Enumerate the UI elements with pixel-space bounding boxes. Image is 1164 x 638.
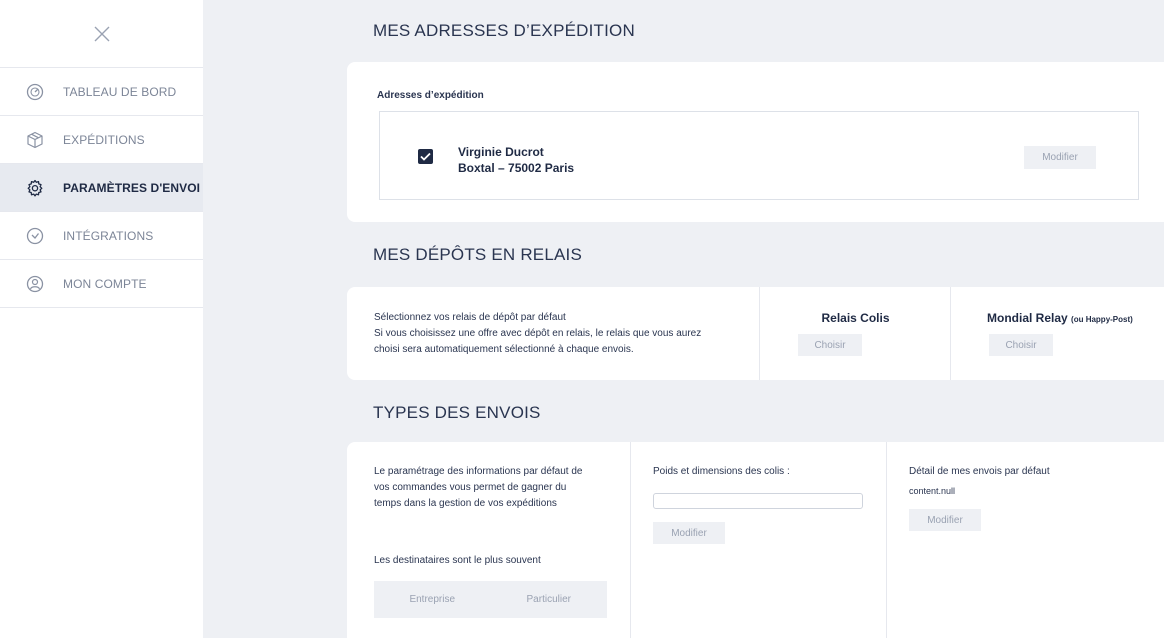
- box-icon: [26, 131, 44, 149]
- shipping-addresses-title: MES ADRESSES D’EXPÉDITION: [373, 21, 635, 40]
- edit-weight-button[interactable]: Modifier: [653, 522, 725, 544]
- mondial-relay-column: Mondial Relay (ou Happy-Post) Choisir: [951, 287, 1164, 380]
- shipping-addresses-card: Adresses d’expédition Virginie Ducrot Bo…: [347, 62, 1164, 222]
- address-line: Boxtal – 75002 Paris: [458, 161, 575, 175]
- address-box: Virginie Ducrot Boxtal – 75002 Paris Mod…: [379, 111, 1139, 200]
- choose-mondial-relay-button[interactable]: Choisir: [989, 334, 1053, 356]
- address-name: Virginie Ducrot: [458, 145, 544, 159]
- edit-details-button[interactable]: Modifier: [909, 509, 981, 531]
- sidebar-item-account[interactable]: MON COMPTE: [0, 260, 203, 308]
- address-checkbox[interactable]: [418, 149, 433, 164]
- details-value: content.null: [909, 486, 956, 496]
- recipients-label: Les destinataires sont le plus souvent: [374, 555, 541, 566]
- recipients-toggle: Entreprise Particulier: [374, 581, 607, 618]
- edit-address-button[interactable]: Modifier: [1024, 146, 1096, 169]
- details-column: Détail de mes envois par défaut content.…: [887, 442, 1164, 638]
- sidebar: TABLEAU DE BORD EXPÉDITIONS PARAMÈTRES D…: [0, 0, 203, 638]
- sidebar-item-integrations[interactable]: INTÉGRATIONS: [0, 212, 203, 260]
- types-description: Le paramétrage des informations par défa…: [374, 464, 582, 512]
- relais-colis-label: Relais Colis: [821, 311, 890, 325]
- gear-icon: [26, 179, 44, 197]
- relays-text-line: Sélectionnez vos relais de dépôt par déf…: [374, 312, 566, 323]
- gauge-icon: [26, 83, 44, 101]
- details-label: Détail de mes envois par défaut: [909, 466, 1050, 477]
- relays-title: MES DÉPÔTS EN RELAIS: [373, 245, 582, 264]
- types-text-line: temps dans la gestion de vos expéditions: [374, 498, 557, 509]
- weight-input[interactable]: [653, 493, 863, 509]
- sidebar-item-label: INTÉGRATIONS: [63, 228, 154, 243]
- shipping-addresses-label: Adresses d’expédition: [377, 90, 484, 101]
- close-sidebar-button[interactable]: [0, 0, 203, 68]
- sidebar-item-shipping-settings[interactable]: PARAMÈTRES D'ENVOI: [0, 164, 203, 212]
- sidebar-item-label: MON COMPTE: [63, 276, 147, 291]
- types-text-line: Le paramétrage des informations par défa…: [374, 466, 583, 477]
- relays-text-line: Si vous choisissez une offre avec dépôt …: [374, 328, 702, 339]
- mondial-relay-name: Mondial Relay: [987, 311, 1068, 325]
- option-individual[interactable]: Particulier: [491, 581, 608, 618]
- sidebar-item-dashboard[interactable]: TABLEAU DE BORD: [0, 68, 203, 116]
- mondial-relay-label: Mondial Relay (ou Happy-Post): [987, 311, 1133, 325]
- sidebar-item-label: TABLEAU DE BORD: [63, 84, 177, 99]
- sidebar-item-label: PARAMÈTRES D'ENVOI: [63, 180, 201, 195]
- sidebar-item-shipments[interactable]: EXPÉDITIONS: [0, 116, 203, 164]
- main-content: MES ADRESSES D’EXPÉDITION Adresses d’exp…: [203, 0, 1164, 638]
- close-icon: [94, 26, 109, 41]
- mondial-relay-suffix: (ou Happy-Post): [1071, 315, 1133, 324]
- relays-description: Sélectionnez vos relais de dépôt par déf…: [374, 310, 701, 358]
- shipment-types-card: Le paramétrage des informations par défa…: [347, 442, 1164, 638]
- choose-relais-colis-button[interactable]: Choisir: [798, 334, 862, 356]
- check-icon: [420, 152, 431, 161]
- shipment-types-title: TYPES DES ENVOIS: [373, 403, 541, 422]
- relays-text-line: choisi sera automatiquement sélectionné …: [374, 344, 634, 355]
- relays-card: Sélectionnez vos relais de dépôt par déf…: [347, 287, 1164, 380]
- user-icon: [26, 275, 44, 293]
- weight-column: Poids et dimensions des colis : Modifier: [631, 442, 886, 638]
- sidebar-item-label: EXPÉDITIONS: [63, 132, 145, 147]
- types-text-line: vos commandes vous permet de gagner du: [374, 482, 567, 493]
- weight-label: Poids et dimensions des colis :: [653, 466, 790, 477]
- plug-icon: [26, 227, 44, 245]
- relais-colis-column: Relais Colis Choisir: [760, 287, 951, 380]
- option-company[interactable]: Entreprise: [374, 581, 491, 618]
